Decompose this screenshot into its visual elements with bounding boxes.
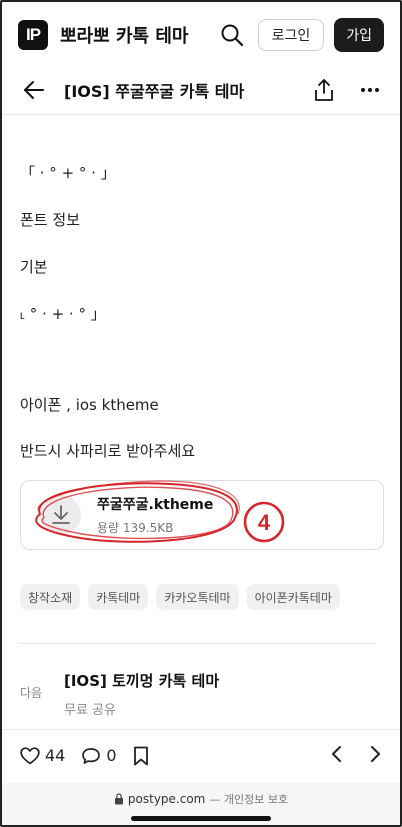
font-info-heading: 폰트 정보 <box>20 211 80 229</box>
home-indicator[interactable] <box>131 816 271 821</box>
device-info: 아이폰 , ios ktheme <box>20 396 159 414</box>
site-title[interactable]: 뽀라뽀 카톡 테마 <box>60 22 188 48</box>
postype-logo[interactable]: IP <box>18 20 48 50</box>
like-count: 44 <box>45 746 66 765</box>
url-domain: postype.com <box>127 792 206 806</box>
browser-url-bar[interactable]: postype.com — 개인정보 보호 <box>2 783 400 825</box>
annotation-number-badge: 4 <box>243 501 285 543</box>
decorative-line: ˪ ° · + · ° 」 <box>20 305 106 323</box>
decorative-line: 「 · ° + ° · 」 <box>20 164 116 182</box>
header-divider <box>2 114 400 115</box>
next-post-title[interactable]: [IOS] 토끼멍 카톡 테마 <box>64 670 219 691</box>
comment-button[interactable]: 0 <box>81 746 117 765</box>
share-icon[interactable] <box>308 74 340 106</box>
font-info-value: 기본 <box>20 258 48 276</box>
bottom-action-bar: 44 0 <box>2 729 400 781</box>
search-icon[interactable] <box>216 19 248 51</box>
tag-list: 창작소재 카톡테마 카카오톡테마 아이폰카톡테마 <box>20 584 340 610</box>
tag-chip[interactable]: 카톡테마 <box>88 584 149 610</box>
heart-icon <box>20 746 40 764</box>
screen: IP 뽀라뽀 카톡 테마 로그인 가입 [IOS] 쭈굴쭈굴 카톡 테마 「 ·… <box>0 0 402 827</box>
bookmark-icon[interactable] <box>133 746 149 766</box>
app-bar: IP 뽀라뽀 카톡 테마 로그인 가입 <box>2 2 400 68</box>
more-options-icon[interactable] <box>354 74 386 106</box>
signup-button[interactable]: 가입 <box>334 18 384 52</box>
privacy-note: — 개인정보 보호 <box>209 793 289 806</box>
next-post-chevron-icon[interactable] <box>370 745 382 767</box>
safari-note: 반드시 사파리로 받아주세요 <box>20 442 196 460</box>
next-label: 다음 <box>20 686 43 700</box>
like-button[interactable]: 44 <box>20 746 65 765</box>
post-title: [IOS] 쭈굴쭈굴 카톡 테마 <box>64 82 245 101</box>
annotation-circle <box>35 480 240 543</box>
svg-text:4: 4 <box>258 510 271 535</box>
login-button[interactable]: 로그인 <box>257 19 325 51</box>
tag-chip[interactable]: 아이폰카톡테마 <box>246 584 340 610</box>
comment-icon <box>82 747 101 764</box>
lock-icon <box>114 793 123 805</box>
next-post-subtitle: 무료 공유 <box>64 703 116 718</box>
tag-chip[interactable]: 창작소재 <box>20 584 81 610</box>
post-header: [IOS] 쭈굴쭈굴 카톡 테마 <box>2 68 400 112</box>
previous-post-chevron-icon[interactable] <box>330 745 342 767</box>
section-divider <box>20 643 376 644</box>
next-post-link[interactable]: 다음 [IOS] 토끼멍 카톡 테마 무료 공유 <box>20 670 219 718</box>
comment-count: 0 <box>106 746 117 765</box>
tag-chip[interactable]: 카카오톡테마 <box>156 584 239 610</box>
back-arrow-icon[interactable] <box>18 74 50 106</box>
